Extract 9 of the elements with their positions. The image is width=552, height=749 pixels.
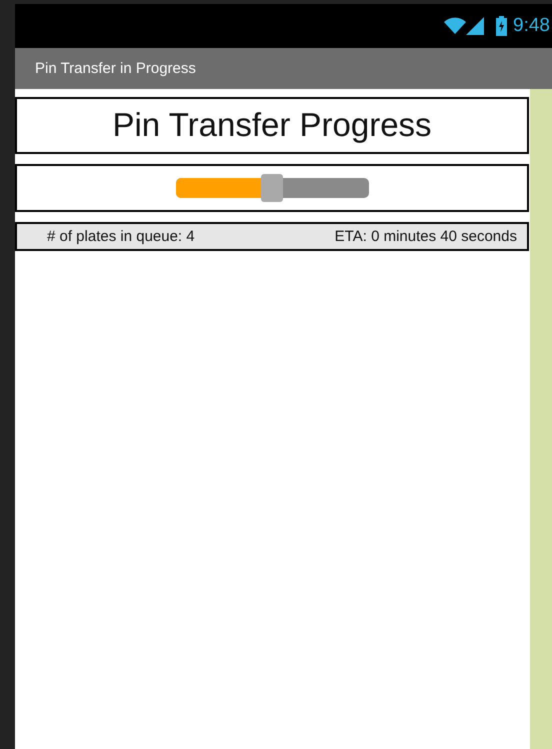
app-title: Pin Transfer in Progress xyxy=(35,60,196,77)
eta-text: ETA: 0 minutes 40 seconds xyxy=(334,228,517,245)
signal-icon xyxy=(466,17,484,35)
status-time: 9:48 xyxy=(513,15,550,37)
page-heading: Pin Transfer Progress xyxy=(112,105,432,145)
wifi-icon xyxy=(444,17,466,35)
queue-count: # of plates in queue: 4 xyxy=(47,228,195,245)
battery-icon xyxy=(496,16,508,36)
slider-thumb[interactable] xyxy=(261,174,283,202)
